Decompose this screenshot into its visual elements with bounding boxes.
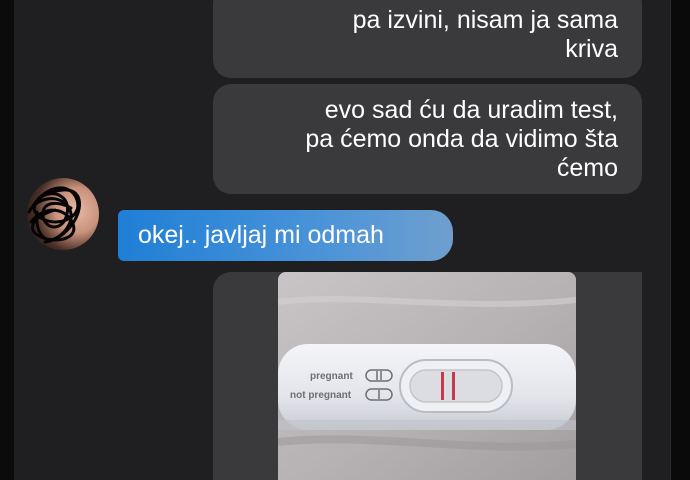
received-message-bubble[interactable]: evo sad ću da uradim test, pa ćemo onda … — [213, 84, 642, 194]
screenshot-frame: pa izvini, nisam ja sama kriva evo sad ć… — [0, 0, 690, 480]
message-line: evo sad ću da uradim test, — [324, 96, 618, 124]
window-edge — [670, 0, 690, 480]
message-line: kriva — [565, 35, 618, 63]
label-not-pregnant: not pregnant — [290, 390, 352, 401]
chat-thread[interactable]: pa izvini, nisam ja sama kriva evo sad ć… — [14, 0, 670, 480]
message-line: pa izvini, nisam ja sama — [352, 6, 618, 34]
control-line — [452, 372, 455, 400]
scribbled-avatar-icon — [27, 186, 81, 244]
message-line: pa ćemo onda da vidimo šta — [305, 125, 618, 153]
pregnancy-test-illustration: pregnant not pregnant — [278, 272, 576, 480]
pregnancy-test-photo[interactable]: pregnant not pregnant — [278, 272, 576, 480]
received-message-bubble[interactable]: pa izvini, nisam ja sama kriva — [213, 0, 642, 78]
test-line — [441, 372, 444, 400]
label-pregnant: pregnant — [310, 371, 353, 382]
sent-message-bubble[interactable]: okej.. javljaj mi odmah — [118, 210, 453, 261]
message-line: ćemo — [556, 154, 618, 182]
avatar[interactable] — [27, 178, 99, 250]
message-text: okej.. javljaj mi odmah — [138, 221, 384, 249]
